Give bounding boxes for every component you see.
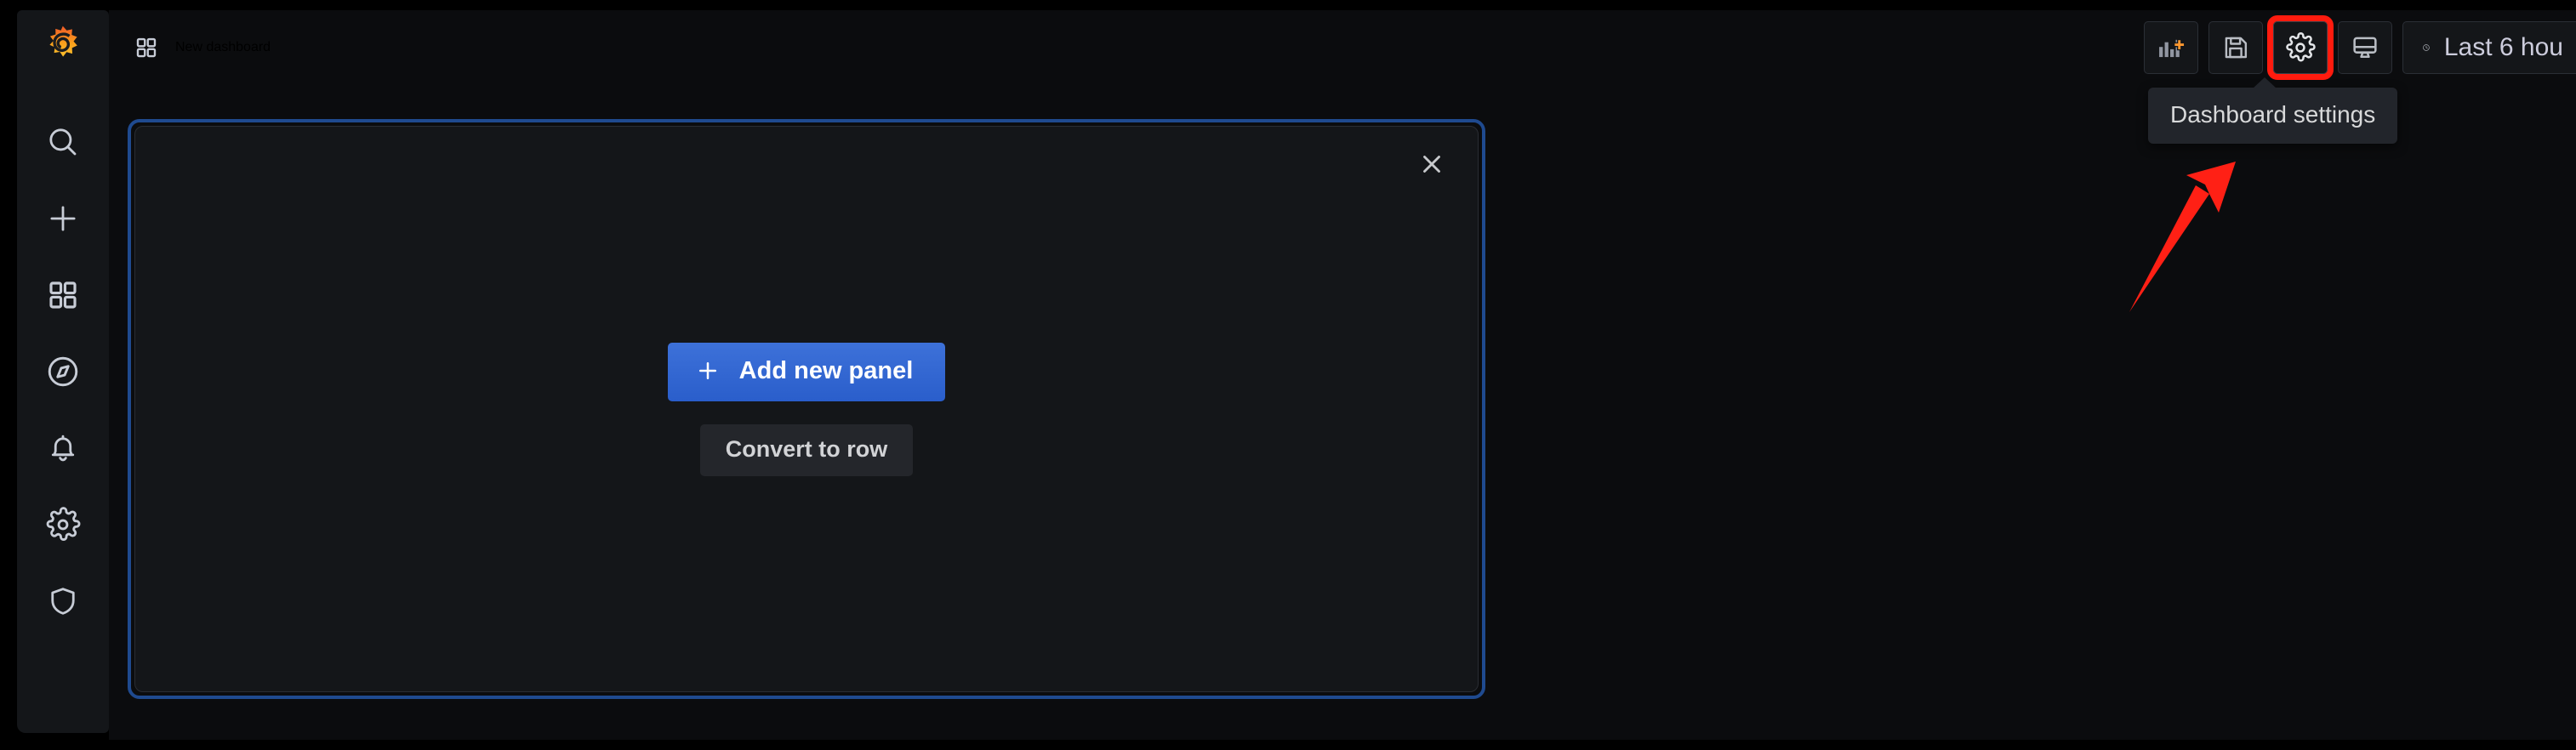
convert-to-row-button[interactable]: Convert to row [699,423,914,476]
sidebar-items [17,104,109,639]
monitor-icon [2353,37,2377,59]
time-range-value: Last 6 hou [2443,33,2563,61]
sidebar-item-alerting[interactable] [17,410,109,486]
sidebar-item-explore[interactable] [17,333,109,410]
sidebar-item-server-admin[interactable] [17,563,109,639]
toolbar-actions: Last 6 hou [2144,15,2576,80]
sidebar-item-search[interactable] [17,104,109,180]
dashboard-toolbar: New dashboard Last 6 hou [109,10,2576,85]
shield-icon [51,588,75,615]
convert-to-row-label: Convert to row [725,435,888,462]
gear-icon [46,507,81,541]
search-icon [49,128,77,156]
cycle-view-mode-button[interactable] [2338,21,2392,74]
time-range-picker[interactable]: Last 6 hou [2402,21,2576,74]
dashboard-settings-button[interactable] [2267,15,2334,80]
sidebar-item-dashboards[interactable] [17,257,109,333]
compass-icon [48,356,78,387]
add-panel-dropzone: Add new panel Convert to row [128,119,1485,699]
apps-grid-icon [49,281,77,309]
save-floppy-icon [2225,37,2248,59]
sidebar-item-create[interactable] [17,180,109,257]
add-panel-widget: Add new panel Convert to row [134,126,1479,692]
gear-icon [2286,32,2316,62]
add-new-panel-label: Add new panel [738,356,914,384]
add-new-panel-button[interactable]: Add new panel [667,342,946,401]
bell-icon [51,435,75,462]
tooltip-text: Dashboard settings [2170,101,2376,128]
grafana-logo-icon [49,26,77,57]
add-panel-button[interactable] [2144,21,2198,74]
breadcrumb[interactable]: New dashboard [134,35,271,60]
plus-icon [50,206,76,231]
bar-chart-plus-icon [2159,38,2186,58]
page-title: New dashboard [175,40,271,54]
plus-icon [698,362,716,379]
save-dashboard-button[interactable] [2208,21,2263,74]
grafana-logo-button[interactable] [17,10,109,85]
main-navigation-sidebar [17,10,109,733]
clock-icon [2423,44,2430,51]
add-panel-actions: Add new panel Convert to row [135,127,1478,691]
sidebar-item-configuration[interactable] [17,486,109,563]
apps-grid-icon [136,37,157,58]
grafana-app-window: New dashboard Last 6 hou Dashboard setti… [0,0,2576,750]
dashboard-settings-tooltip: Dashboard settings [2148,77,2398,144]
